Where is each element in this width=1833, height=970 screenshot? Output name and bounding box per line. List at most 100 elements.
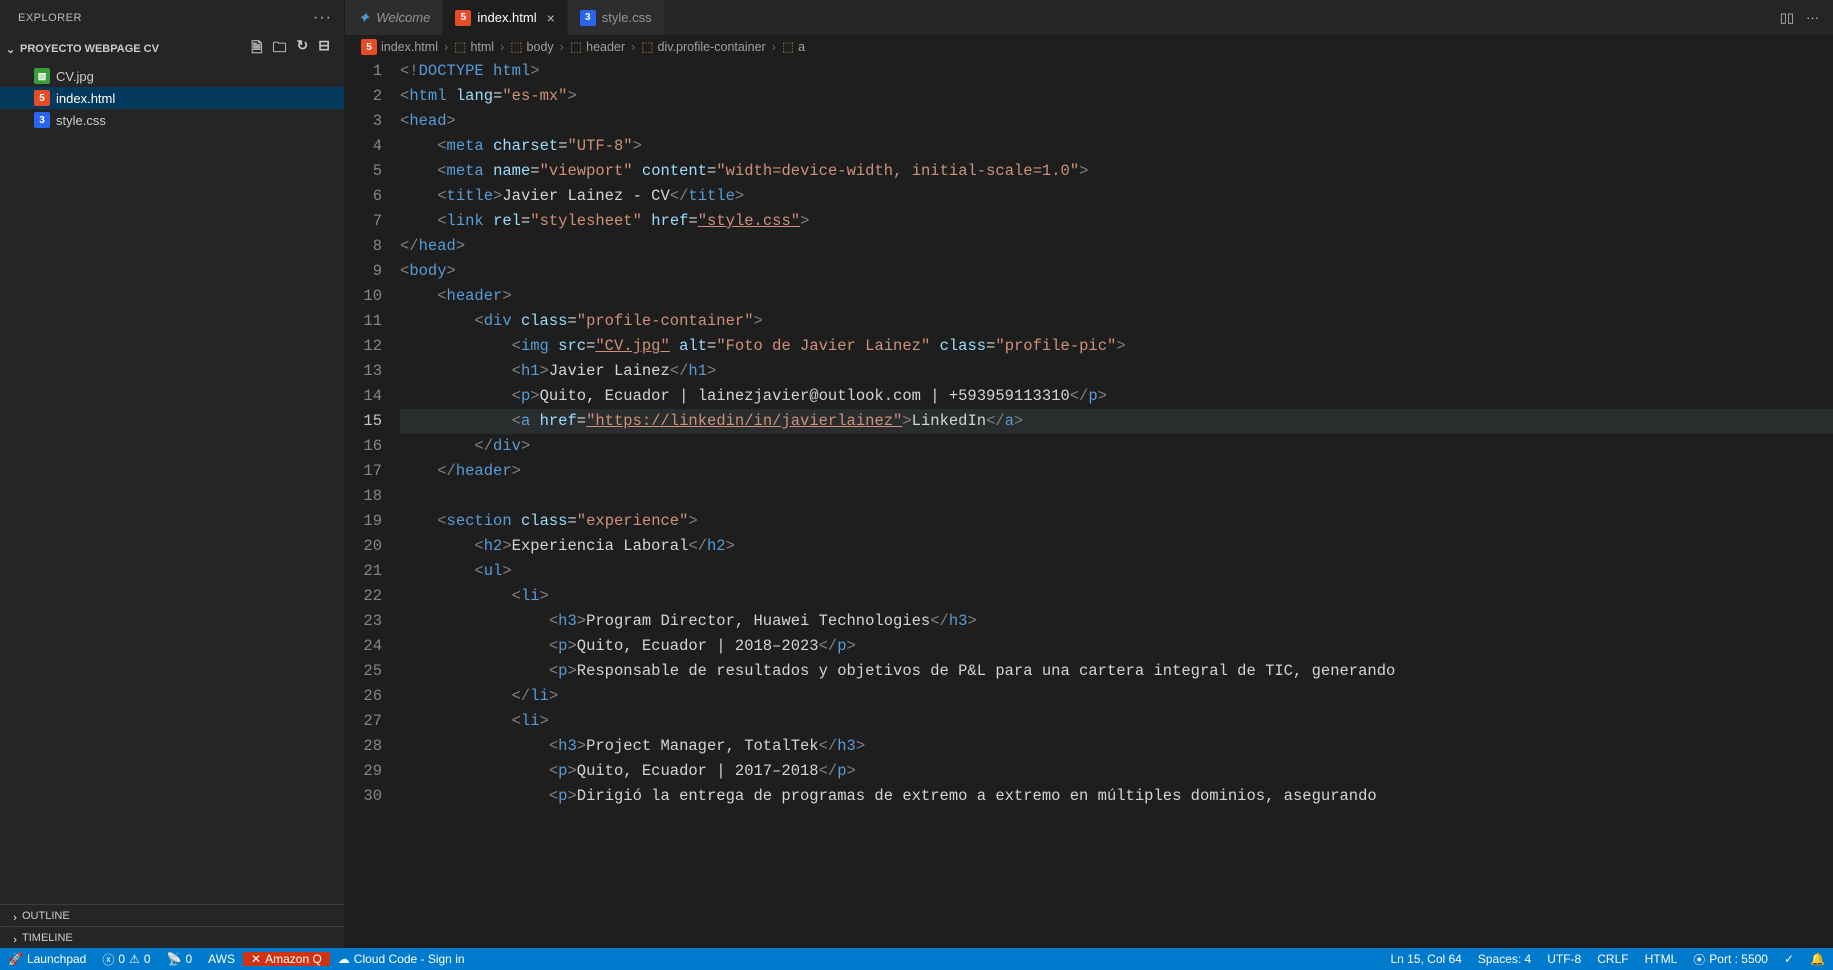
status-label: Spaces: 4 bbox=[1478, 952, 1531, 966]
status-label: Launchpad bbox=[27, 952, 86, 966]
project-section-header[interactable]: ⌄ PROYECTO WEBPAGE CV 🗎 🗀 ↻ ⊟ bbox=[0, 35, 344, 63]
breadcrumbs: 5index.html › ⬚html › ⬚body › ⬚header › … bbox=[345, 35, 1833, 59]
radio-icon: 📡 bbox=[167, 952, 182, 966]
refresh-icon[interactable]: ↻ bbox=[297, 37, 309, 61]
status-problems[interactable]: ⓧ 0 ⚠ 0 bbox=[94, 951, 158, 968]
file-cv-jpg[interactable]: ▧ CV.jpg bbox=[0, 65, 344, 87]
split-editor-icon[interactable]: ▯▯ bbox=[1780, 10, 1794, 26]
code-editor[interactable]: 1234567891011121314151617181920212223242… bbox=[345, 59, 1833, 948]
status-aws[interactable]: AWS bbox=[200, 952, 243, 966]
status-bar: 🚀Launchpad ⓧ0⚠0 📡0 AWS ✕Amazon Q ☁Cloud … bbox=[0, 948, 1833, 970]
crumb[interactable]: ⬚ html bbox=[454, 39, 494, 55]
html-icon: 5 bbox=[34, 90, 50, 106]
css-icon: 3 bbox=[34, 112, 50, 128]
crumb-label: html bbox=[470, 40, 494, 54]
broadcast-icon: ⦿ bbox=[1693, 951, 1705, 968]
timeline-label: TIMELINE bbox=[22, 932, 73, 944]
status-label: Cloud Code - Sign in bbox=[354, 952, 465, 966]
new-file-icon[interactable]: 🗎 bbox=[251, 37, 262, 61]
html-icon: 5 bbox=[455, 10, 471, 26]
status-label: 0 bbox=[185, 952, 192, 966]
status-label: UTF-8 bbox=[1547, 952, 1581, 966]
crumb[interactable]: ⬚ header bbox=[570, 39, 625, 55]
crumb[interactable]: ⬚ body bbox=[510, 39, 553, 55]
error-icon: ⓧ bbox=[102, 951, 114, 968]
timeline-panel[interactable]: ⌄ TIMELINE bbox=[0, 926, 344, 948]
crumb-label: body bbox=[527, 40, 554, 54]
html-icon: 5 bbox=[361, 39, 377, 55]
outline-panel[interactable]: ⌄ OUTLINE bbox=[0, 904, 344, 926]
editor-area: ✦ Welcome 5 index.html × 3 style.css ▯▯ ·… bbox=[345, 0, 1833, 948]
file-tree: ▧ CV.jpg 5 index.html 3 style.css bbox=[0, 63, 344, 904]
status-spaces[interactable]: Spaces: 4 bbox=[1470, 952, 1539, 966]
status-label: 0 bbox=[144, 952, 151, 966]
symbol-icon: ⬚ bbox=[510, 39, 522, 55]
status-notifications[interactable]: 🔔 bbox=[1802, 952, 1833, 966]
tab-welcome[interactable]: ✦ Welcome bbox=[345, 0, 443, 35]
symbol-icon: ⬚ bbox=[782, 39, 794, 55]
chevron-right-icon: ⌄ bbox=[7, 931, 20, 945]
new-folder-icon[interactable]: 🗀 bbox=[273, 37, 287, 61]
more-actions-icon[interactable]: ··· bbox=[1806, 10, 1819, 26]
symbol-icon: ⬚ bbox=[454, 39, 466, 55]
symbol-icon: ⬚ bbox=[641, 39, 653, 55]
tab-label: style.css bbox=[602, 10, 652, 25]
status-label: Amazon Q bbox=[265, 952, 322, 966]
status-encoding[interactable]: UTF-8 bbox=[1539, 952, 1589, 966]
rocket-icon: 🚀 bbox=[8, 952, 23, 966]
status-language[interactable]: HTML bbox=[1637, 952, 1686, 966]
explorer-more-icon[interactable]: ··· bbox=[313, 9, 332, 27]
breadcrumb-sep: › bbox=[444, 40, 448, 54]
tab-index-html[interactable]: 5 index.html × bbox=[443, 0, 567, 35]
crumb[interactable]: 5 index.html bbox=[361, 39, 438, 55]
css-icon: 3 bbox=[580, 10, 596, 26]
status-label: Ln 15, Col 64 bbox=[1390, 952, 1461, 966]
file-label: CV.jpg bbox=[56, 69, 94, 84]
status-prettier[interactable]: ✓ bbox=[1776, 952, 1802, 966]
status-label: Port : 5500 bbox=[1709, 952, 1768, 966]
tab-label: index.html bbox=[477, 10, 536, 25]
close-icon: ✕ bbox=[251, 952, 261, 966]
status-label: CRLF bbox=[1597, 952, 1628, 966]
breadcrumb-sep: › bbox=[560, 40, 564, 54]
crumb-label: div.profile-container bbox=[658, 40, 766, 54]
crumb-label: a bbox=[798, 40, 805, 54]
collapse-icon[interactable]: ⊟ bbox=[318, 37, 330, 61]
bell-icon: 🔔 bbox=[1810, 952, 1825, 966]
chevron-right-icon: ⌄ bbox=[7, 909, 20, 923]
image-icon: ▧ bbox=[34, 68, 50, 84]
status-cloud-code[interactable]: ☁ Cloud Code - Sign in bbox=[330, 952, 473, 966]
breadcrumb-sep: › bbox=[772, 40, 776, 54]
breadcrumb-sep: › bbox=[631, 40, 635, 54]
code-content[interactable]: <!DOCTYPE html><html lang="es-mx"><head>… bbox=[400, 59, 1833, 948]
project-name: PROYECTO WEBPAGE CV bbox=[20, 43, 159, 55]
vscode-icon: ✦ bbox=[357, 8, 370, 28]
warning-icon: ⚠ bbox=[129, 952, 140, 966]
tab-label: Welcome bbox=[376, 10, 430, 25]
chevron-down-icon: ⌄ bbox=[6, 43, 20, 56]
symbol-icon: ⬚ bbox=[570, 39, 582, 55]
status-lncol[interactable]: Ln 15, Col 64 bbox=[1382, 952, 1469, 966]
file-label: index.html bbox=[56, 91, 115, 106]
line-gutter: 1234567891011121314151617181920212223242… bbox=[345, 59, 400, 948]
file-label: style.css bbox=[56, 113, 106, 128]
status-label: 0 bbox=[118, 952, 125, 966]
tab-bar: ✦ Welcome 5 index.html × 3 style.css ▯▯ ·… bbox=[345, 0, 1833, 35]
status-live-server[interactable]: ⦿ Port : 5500 bbox=[1685, 951, 1776, 968]
status-amazon-q[interactable]: ✕ Amazon Q bbox=[243, 952, 330, 966]
status-label: AWS bbox=[208, 952, 235, 966]
crumb[interactable]: ⬚a bbox=[782, 39, 805, 55]
crumb-label: header bbox=[586, 40, 625, 54]
explorer-title: EXPLORER bbox=[18, 12, 82, 24]
file-index-html[interactable]: 5 index.html bbox=[0, 87, 344, 109]
status-eol[interactable]: CRLF bbox=[1589, 952, 1636, 966]
outline-label: OUTLINE bbox=[22, 910, 70, 922]
crumb-label: index.html bbox=[381, 40, 438, 54]
file-style-css[interactable]: 3 style.css bbox=[0, 109, 344, 131]
status-launchpad[interactable]: 🚀 Launchpad bbox=[0, 952, 94, 966]
tab-style-css[interactable]: 3 style.css bbox=[568, 0, 665, 35]
close-icon[interactable]: × bbox=[547, 10, 555, 26]
status-ports[interactable]: 📡0 bbox=[159, 952, 201, 966]
cloud-icon: ☁ bbox=[338, 952, 350, 966]
crumb[interactable]: ⬚ div.profile-container bbox=[641, 39, 765, 55]
